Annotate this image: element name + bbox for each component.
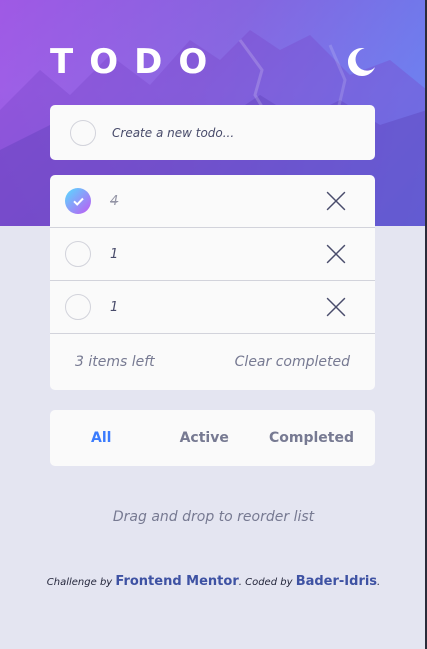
author-link[interactable]: Bader-Idris (296, 574, 377, 589)
app-header: TODO (50, 42, 376, 82)
todo-text: 1 (110, 299, 119, 315)
app-logo: TODO (50, 42, 224, 82)
close-icon[interactable] (326, 191, 346, 211)
todo-item[interactable]: 1 (50, 281, 375, 334)
todo-checkbox[interactable] (65, 294, 91, 320)
moon-icon[interactable] (348, 48, 376, 76)
new-todo-form (50, 105, 375, 160)
close-icon[interactable] (326, 297, 346, 317)
clear-completed-button[interactable]: Clear completed (235, 354, 350, 370)
todo-list: 4 1 1 3 items left Clear completed (50, 175, 375, 390)
todo-text: 4 (110, 193, 119, 209)
new-todo-input[interactable] (112, 125, 342, 140)
reorder-hint: Drag and drop to reorder list (112, 509, 315, 525)
attribution-middle: . Coded by (238, 577, 293, 588)
todo-checkbox[interactable] (65, 241, 91, 267)
todo-text: 1 (110, 246, 119, 262)
attribution-suffix: . (377, 577, 381, 588)
items-left-count: 3 items left (75, 354, 155, 370)
todo-checkbox-checked[interactable] (65, 188, 91, 214)
filter-completed[interactable]: Completed (269, 430, 354, 446)
todo-item[interactable]: 4 (50, 175, 375, 228)
frontend-mentor-link[interactable]: Frontend Mentor (115, 574, 238, 589)
todo-item[interactable]: 1 (50, 228, 375, 281)
filter-all[interactable]: All (91, 430, 111, 446)
close-icon[interactable] (326, 244, 346, 264)
filter-bar: All Active Completed (50, 410, 375, 466)
filter-active[interactable]: Active (180, 430, 229, 446)
list-footer: 3 items left Clear completed (50, 334, 375, 390)
attribution: Challenge by Frontend Mentor. Coded by B… (0, 574, 427, 589)
check-icon (72, 197, 84, 206)
new-todo-check[interactable] (70, 119, 96, 146)
attribution-prefix: Challenge by (46, 577, 113, 588)
